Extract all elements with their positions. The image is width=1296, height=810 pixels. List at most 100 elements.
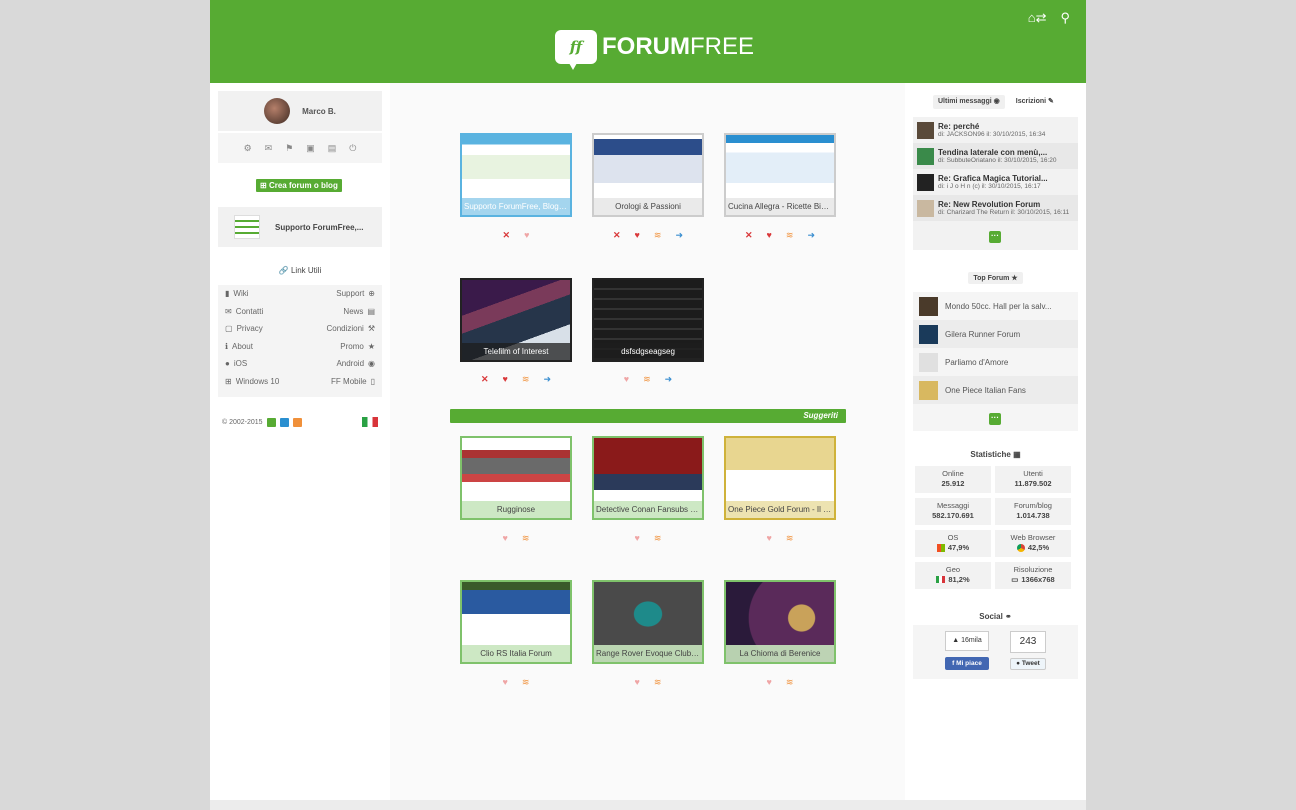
power-icon[interactable]: ⏻	[349, 143, 356, 154]
rss-icon[interactable]: ≋	[654, 533, 662, 544]
forumfree-mini-icon[interactable]	[266, 418, 276, 427]
create-forum-button[interactable]: ⊞ Crea forum o blog	[256, 179, 342, 192]
remove-icon[interactable]: ✕	[745, 230, 753, 241]
remove-icon[interactable]: ✕	[481, 374, 489, 385]
heart-icon[interactable]: ♥	[624, 374, 629, 385]
forum-tile-label: One Piece Gold Forum - Il forum	[726, 501, 834, 518]
camera-icon[interactable]: ▣	[306, 143, 315, 154]
forum-tile[interactable]: Supporto ForumFree, BlogFree	[460, 133, 572, 217]
facebook-like-button[interactable]: f Mi piace	[945, 657, 989, 670]
settings-gear-icon[interactable]: ⚙	[244, 143, 252, 154]
link-contacts[interactable]: ✉ Contatti	[225, 307, 263, 316]
suggested-tile[interactable]: Clio RS Italia Forum	[460, 580, 572, 664]
forum-tile[interactable]: dsfsdgseagseg	[592, 278, 704, 362]
link-ff-mobile[interactable]: FF Mobile ▯	[331, 377, 375, 386]
tweet-button[interactable]: ● Tweet	[1010, 658, 1046, 670]
heart-icon[interactable]: ♥	[503, 677, 508, 688]
rss-icon[interactable]: ≋	[786, 533, 794, 544]
link-row: ● iOS Android ◉	[218, 355, 382, 373]
suggested-tile[interactable]: Detective Conan Fansubs Forum	[592, 436, 704, 520]
chrome-icon	[1016, 543, 1025, 552]
remove-icon[interactable]: ✕	[613, 230, 621, 241]
heart-icon[interactable]: ♥	[767, 677, 772, 688]
rss-icon[interactable]: ≋	[522, 374, 530, 385]
link-android[interactable]: Android ◉	[336, 359, 375, 368]
message-title[interactable]: Re: Grafica Magica Tutorial...	[938, 174, 1073, 183]
rss-icon[interactable]: ≋	[654, 677, 662, 688]
message-item[interactable]: Tendina laterale con menù,... di: Subbute…	[913, 143, 1078, 169]
rss-icon[interactable]: ≋	[643, 374, 651, 385]
gamesfree-mini-icon[interactable]	[292, 418, 302, 427]
avatar[interactable]	[264, 98, 291, 124]
mail-icon[interactable]: ✉	[265, 143, 273, 154]
book-icon: ▮	[225, 289, 230, 299]
heart-icon[interactable]: ♥	[635, 230, 640, 241]
heart-icon[interactable]: ♥	[767, 230, 772, 241]
suggested-tile[interactable]: Range Rover Evoque Club - Italia	[592, 580, 704, 664]
lock-icon: ▢	[225, 324, 233, 334]
tab-latest-messages[interactable]: Ultimi messaggi ◉	[933, 95, 1005, 109]
forumfree-logo[interactable]: ff FORUMFREE	[555, 28, 754, 70]
sign-in-icon[interactable]: ➜	[665, 374, 673, 385]
link-privacy[interactable]: ▢ Privacy	[225, 324, 263, 333]
top-forum-item[interactable]: One Piece Italian Fans	[913, 376, 1078, 404]
blogfree-mini-icon[interactable]	[279, 418, 289, 427]
rss-icon[interactable]: ≋	[522, 533, 530, 544]
home-switch-icon[interactable]: ⌂⇄	[1028, 10, 1047, 26]
more-messages-button[interactable]: ···	[989, 231, 1001, 243]
forum-tile[interactable]: Orologi & Passioni	[592, 133, 704, 217]
message-title[interactable]: Re: New Revolution Forum	[938, 200, 1073, 209]
link-about[interactable]: ℹ About	[225, 342, 253, 351]
apple-icon: ●	[225, 359, 230, 369]
heart-icon[interactable]: ♥	[635, 677, 640, 688]
sign-in-icon[interactable]: ➜	[807, 230, 815, 241]
rss-icon[interactable]: ≋	[786, 677, 794, 688]
message-item[interactable]: Re: Grafica Magica Tutorial... di: i J o …	[913, 169, 1078, 195]
forum-tile[interactable]: Telefilm of Interest	[460, 278, 572, 362]
top-forum-item[interactable]: Mondo 50cc. Hall per la salv...	[913, 292, 1078, 320]
heart-icon[interactable]: ♥	[635, 533, 640, 544]
sign-in-icon[interactable]: ➜	[675, 230, 683, 241]
pin-icon[interactable]: ⚑	[285, 143, 293, 154]
user-name[interactable]: Marco B.	[302, 107, 336, 116]
forum-actions: ✕ ♥	[460, 230, 572, 241]
heart-icon[interactable]: ♥	[503, 533, 508, 544]
heart-icon[interactable]: ♥	[524, 230, 529, 241]
support-forum-label: Supporto ForumFree,...	[275, 222, 364, 232]
sign-in-icon[interactable]: ➜	[543, 374, 551, 385]
message-item[interactable]: Re: New Revolution Forum di: Charizard Th…	[913, 195, 1078, 221]
trash-icon[interactable]: ▤	[328, 143, 337, 154]
top-forum-item[interactable]: Parliamo d'Amore	[913, 348, 1078, 376]
tab-signups[interactable]: Iscrizioni ✎	[1011, 95, 1059, 109]
rss-icon[interactable]: ≋	[522, 677, 530, 688]
link-wiki[interactable]: ▮ Wiki	[225, 289, 249, 298]
link-promo[interactable]: Promo ★	[340, 342, 375, 351]
forum-tile[interactable]: Cucina Allegra - Ricette Bimby	[724, 133, 836, 217]
heart-icon[interactable]: ♥	[503, 374, 508, 385]
suggested-tile[interactable]: La Chioma di Berenice	[724, 580, 836, 664]
rss-icon[interactable]: ≋	[786, 230, 794, 241]
link-support[interactable]: Support ⊕	[336, 289, 375, 298]
link-windows[interactable]: ⊞ Windows 10	[225, 377, 279, 386]
more-top-forums-button[interactable]: ···	[989, 413, 1001, 425]
support-forum-link[interactable]: Supporto ForumFree,...	[218, 207, 382, 247]
link-news[interactable]: News ▤	[343, 307, 375, 316]
message-item[interactable]: Re: perché di: JACKSON96 il: 30/10/2015, …	[913, 117, 1078, 143]
message-title[interactable]: Re: perché	[938, 122, 1073, 131]
search-icon[interactable]: ⚲	[1060, 10, 1070, 26]
message-title[interactable]: Tendina laterale con menù,...	[938, 148, 1073, 157]
user-box[interactable]: Marco B.	[218, 91, 382, 131]
forum-tile-label: Clio RS Italia Forum	[462, 645, 570, 662]
heart-icon[interactable]: ♥	[767, 533, 772, 544]
italy-flag-icon[interactable]	[362, 417, 378, 427]
top-forum-item[interactable]: Gilera Runner Forum	[913, 320, 1078, 348]
link-ios[interactable]: ● iOS	[225, 359, 247, 368]
top-forum-thumbnail	[919, 296, 938, 316]
stats-grid: Online 25.912 Utenti 11.879.502 Messaggi 58…	[915, 466, 1075, 589]
remove-icon[interactable]: ✕	[503, 230, 511, 241]
link-conditions[interactable]: Condizioni ⚒	[326, 324, 375, 333]
suggested-tile[interactable]: Rugginose	[460, 436, 572, 520]
rss-icon[interactable]: ≋	[654, 230, 662, 241]
suggested-tile[interactable]: One Piece Gold Forum - Il forum	[724, 436, 836, 520]
forum-tile-label: dsfsdgseagseg	[594, 343, 702, 360]
